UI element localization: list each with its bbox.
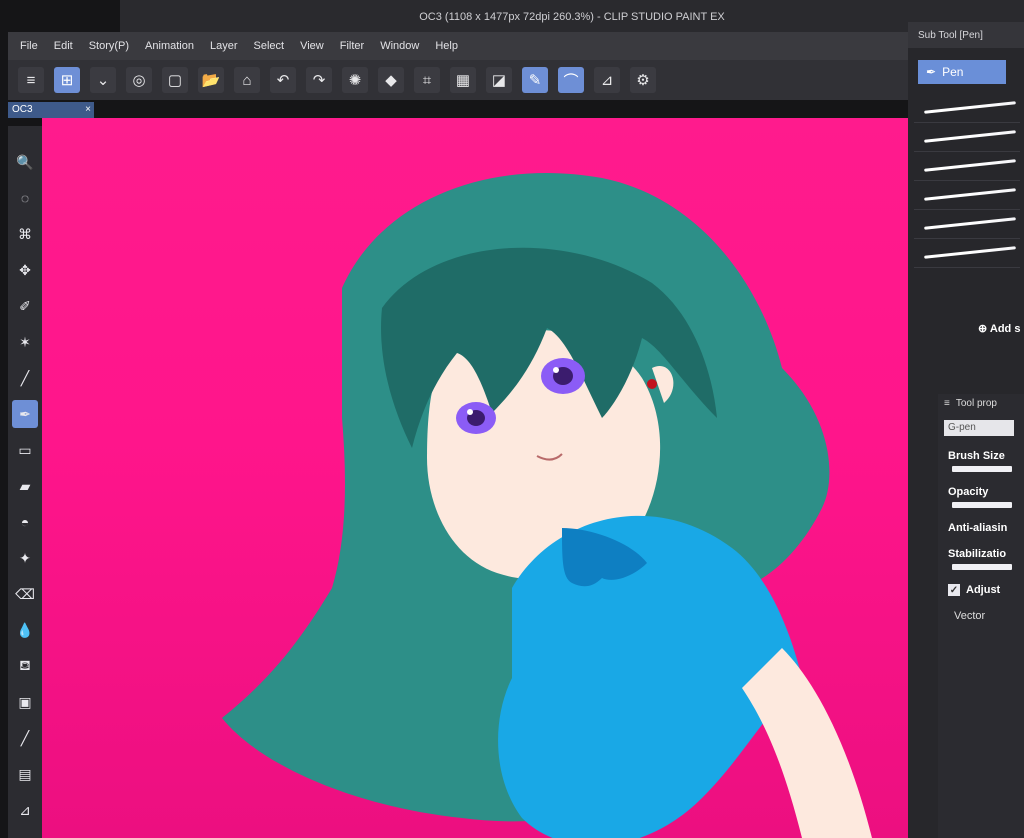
blend-icon[interactable]: 💧: [12, 616, 38, 644]
fill-bucket-icon[interactable]: ⛾: [12, 652, 38, 680]
crop-icon[interactable]: ⌗: [414, 67, 440, 93]
gradient-tool-icon[interactable]: ▣: [12, 688, 38, 716]
redo-icon[interactable]: ↷: [306, 67, 332, 93]
eraser-icon[interactable]: ⌫: [12, 580, 38, 608]
anti-aliasing-label: Anti-aliasin: [948, 522, 1008, 534]
menu-file[interactable]: File: [20, 40, 38, 52]
open-folder-icon[interactable]: 📂: [198, 67, 224, 93]
subtool-name-field[interactable]: G-pen: [944, 420, 1014, 436]
pen-subtool-tab[interactable]: ✒ Pen: [918, 60, 1006, 84]
gradient-icon[interactable]: ◪: [486, 67, 512, 93]
canvas-tab[interactable]: OC3 ×: [8, 102, 94, 118]
tool-property-panel: ≡ Tool prop G-pen Brush Size Opacity Ant…: [938, 394, 1024, 838]
menu-select[interactable]: Select: [254, 40, 285, 52]
brush-stroke-list: [914, 94, 1020, 284]
menu-help[interactable]: Help: [435, 40, 458, 52]
target-icon[interactable]: ◎: [126, 67, 152, 93]
tool-palette: 🔍 ◌ ⌘ ✥ ✐ ✶ ╱ ✒ ▭ ▰ ◓ ✦ ⌫ 💧 ⛾ ▣ ╱ ▤ ⊿: [8, 126, 42, 838]
tool-property-header: ≡ Tool prop: [944, 397, 997, 409]
stroke-preview[interactable]: [914, 239, 1020, 268]
frame-border-icon[interactable]: ▤: [12, 760, 38, 788]
menu-animation[interactable]: Animation: [145, 40, 194, 52]
grid-icon[interactable]: ▦: [450, 67, 476, 93]
stroke-preview[interactable]: [914, 94, 1020, 123]
menu-view[interactable]: View: [300, 40, 324, 52]
command-bar: ≡ ⊞ ⌄ ◎ ▢ 📂 ⌂ ↶ ↷ ✺ ◆ ⌗ ▦ ◪ ✎ ⌒ ⊿ ⚙: [8, 60, 918, 100]
brush-mode-icon[interactable]: ⌒: [558, 67, 584, 93]
menu-window[interactable]: Window: [380, 40, 419, 52]
opacity-label: Opacity: [948, 486, 989, 498]
stabilization-slider[interactable]: [952, 564, 1012, 570]
stroke-preview[interactable]: [914, 181, 1020, 210]
right-panel: Sub Tool [Pen] ✒ Pen ⊕ Add s ≡ Tool prop…: [908, 22, 1024, 838]
menu-edit[interactable]: Edit: [54, 40, 73, 52]
fill-icon[interactable]: ◆: [378, 67, 404, 93]
lasso-icon[interactable]: ◌: [12, 184, 38, 212]
drawing-canvas[interactable]: [42, 118, 954, 838]
pen-mode-icon[interactable]: ✎: [522, 67, 548, 93]
stroke-preview[interactable]: [914, 123, 1020, 152]
opacity-slider[interactable]: [952, 502, 1012, 508]
busy-icon[interactable]: ✺: [342, 67, 368, 93]
ruler-icon[interactable]: ⊿: [594, 67, 620, 93]
page-icon[interactable]: ▢: [162, 67, 188, 93]
pen-tool-icon[interactable]: ✒: [12, 400, 38, 428]
undo-icon[interactable]: ↶: [270, 67, 296, 93]
pencil-icon[interactable]: ▭: [12, 436, 38, 464]
stroke-preview[interactable]: [914, 152, 1020, 181]
line-icon[interactable]: ╱: [12, 724, 38, 752]
add-subtool-button[interactable]: ⊕ Add s: [978, 322, 1020, 335]
airbrush-icon[interactable]: ◓: [12, 508, 38, 536]
new-canvas-icon[interactable]: ⊞: [54, 67, 80, 93]
zoom-icon[interactable]: 🔍: [12, 148, 38, 176]
eyedropper-icon[interactable]: ╱: [12, 364, 38, 392]
stroke-preview[interactable]: [914, 210, 1020, 239]
chevron-down-icon[interactable]: ⌄: [90, 67, 116, 93]
close-icon[interactable]: ×: [85, 102, 91, 118]
brush-icon[interactable]: ▰: [12, 472, 38, 500]
ruler-tool-icon[interactable]: ⊿: [12, 796, 38, 824]
arm: [742, 648, 872, 838]
pen-icon: ✒: [926, 65, 937, 79]
settings-icon[interactable]: ⚙: [630, 67, 656, 93]
hamburger-menu-icon[interactable]: ≡: [18, 67, 44, 93]
menu-story[interactable]: Story(P): [89, 40, 129, 52]
stabilization-label: Stabilizatio: [948, 548, 1007, 560]
menu-layer[interactable]: Layer: [210, 40, 238, 52]
brush-size-slider[interactable]: [952, 466, 1012, 472]
decoration-icon[interactable]: ✦: [12, 544, 38, 572]
menu-bar: File Edit Story(P) Animation Layer Selec…: [8, 32, 920, 60]
vector-option[interactable]: Vector: [954, 610, 1024, 622]
magic-wand-icon[interactable]: ✶: [12, 328, 38, 356]
subtool-header: Sub Tool [Pen]: [908, 22, 1024, 48]
window-title: OC3 (1108 x 1477px 72dpi 260.3%) - CLIP …: [120, 0, 1024, 34]
artwork: [222, 172, 872, 838]
menu-filter[interactable]: Filter: [340, 40, 364, 52]
operation-icon[interactable]: ⌘: [12, 220, 38, 248]
earring: [647, 379, 657, 389]
check-icon[interactable]: ✓: [948, 584, 960, 596]
plus-icon: ⊕: [978, 323, 988, 335]
selection-pen-icon[interactable]: ✐: [12, 292, 38, 320]
move-icon[interactable]: ✥: [12, 256, 38, 284]
brush-size-label: Brush Size: [948, 450, 1005, 462]
adjust-option[interactable]: ✓ Adjust: [948, 584, 1024, 596]
save-icon[interactable]: ⌂: [234, 67, 260, 93]
menu-icon[interactable]: ≡: [944, 398, 950, 409]
